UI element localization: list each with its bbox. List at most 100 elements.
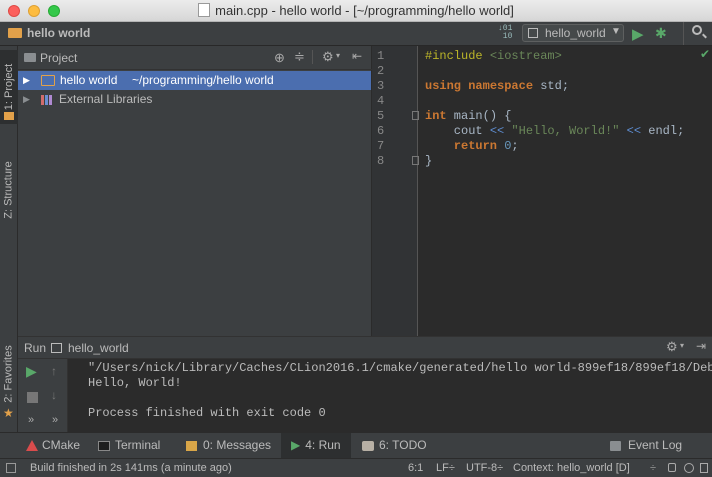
collapse-all-icon[interactable]: ≑: [294, 49, 305, 65]
bottom-tool-tabs: CMake Terminal 0: Messages ▶ 4: Run 6: TO…: [0, 432, 712, 458]
code-line-1: #include <iostream>: [425, 49, 562, 64]
tree-item-hello-world[interactable]: ▶ hello world ~/programming/hello world: [18, 71, 371, 90]
status-message[interactable]: Build finished in 2s 141ms (a minute ago…: [30, 459, 232, 477]
make-project-icon[interactable]: ↓01 10: [498, 25, 512, 41]
gear-dropdown-icon[interactable]: ▾: [336, 51, 340, 60]
star-icon: ★: [3, 406, 14, 420]
console-line: Process finished with exit code 0: [88, 406, 326, 420]
operator: <<: [626, 124, 642, 138]
checkmark-icon: ✔: [700, 47, 711, 61]
window-title-text: main.cpp - hello world - [~/programming/…: [215, 3, 514, 18]
arrow-up-icon[interactable]: ↑: [51, 364, 57, 378]
breadcrumb[interactable]: hello world: [27, 26, 90, 40]
caret-position[interactable]: 6:1: [408, 459, 423, 477]
context-dropdown-icon[interactable]: ÷: [650, 459, 656, 477]
scroll-from-source-icon[interactable]: ⊕: [274, 50, 285, 66]
gear-icon[interactable]: ⚙: [666, 339, 678, 355]
code-text: endl;: [641, 124, 685, 138]
config-icon: [51, 343, 62, 353]
tab-messages-label: 0: Messages: [203, 438, 272, 452]
toolbar-divider: [683, 22, 684, 45]
tab-run[interactable]: ▶ 4: Run: [281, 433, 351, 458]
code-line-5: int main() {: [425, 109, 511, 124]
editor-gutter: 1 2 3 4 5 6 7 8: [372, 46, 419, 336]
code-text: ;: [511, 139, 519, 153]
tab-cmake-label: CMake: [42, 438, 81, 452]
project-view-icon: [24, 53, 36, 62]
document-icon: [198, 3, 211, 17]
file-encoding[interactable]: UTF-8÷: [466, 459, 503, 477]
expand-arrow-icon[interactable]: ▶: [23, 90, 30, 109]
tab-event-log[interactable]: Event Log: [610, 433, 682, 458]
line-number: 8: [377, 154, 385, 168]
code-line-7: return 0;: [425, 139, 519, 154]
resolve-context[interactable]: Context: hello_world [D]: [513, 459, 630, 477]
line-separator[interactable]: LF÷: [436, 459, 455, 477]
arrow-down-icon[interactable]: ↓: [51, 388, 57, 402]
search-icon[interactable]: [692, 25, 702, 35]
line-number: 7: [377, 139, 385, 153]
code-editor[interactable]: 1 2 3 4 5 6 7 8 #include <iostream> usin…: [372, 46, 712, 336]
window-title: main.cpp - hello world - [~/programming/…: [0, 3, 712, 18]
tab-favorites[interactable]: 2: Favorites: [0, 338, 18, 410]
keyword: namespace: [468, 79, 534, 93]
memory-indicator-icon[interactable]: [700, 463, 708, 473]
toggle-tool-windows-icon[interactable]: [6, 463, 16, 473]
event-log-icon: [610, 440, 621, 451]
rerun-icon[interactable]: ▶: [26, 363, 37, 380]
left-tool-stripe: 1: Project Z: Structure 2: Favorites ★: [0, 46, 18, 432]
gear-icon[interactable]: ⚙: [322, 49, 334, 65]
hide-panel-icon[interactable]: ⇥: [696, 339, 706, 353]
tree-item-label: External Libraries: [59, 92, 153, 106]
library-icon-bar: [49, 95, 52, 105]
console-line: "/Users/nick/Library/Caches/CLion2016.1/…: [88, 361, 712, 375]
tab-messages[interactable]: 0: Messages: [186, 433, 271, 458]
tab-structure-label: Z: Structure: [3, 161, 15, 219]
operator: <<: [489, 124, 505, 138]
run-config-label: hello_world: [545, 26, 606, 40]
tab-todo-label: 6: TODO: [379, 438, 427, 452]
project-panel-header: Project ⊕ ≑ ⚙ ▾ ⇤: [18, 46, 372, 70]
line-number: 1: [377, 49, 385, 63]
line-number: 5: [377, 109, 385, 123]
fold-marker-icon[interactable]: [412, 156, 419, 165]
hide-panel-icon[interactable]: ⇤: [352, 49, 362, 63]
tab-todo[interactable]: 6: TODO: [362, 433, 427, 458]
fold-marker-icon[interactable]: [412, 111, 419, 120]
run-panel-header: Run hello_world ⚙ ▾ ⇥: [18, 337, 712, 359]
debug-bug-icon[interactable]: ✱: [655, 25, 667, 42]
tree-item-path: ~/programming/hello world: [132, 73, 274, 87]
run-icon[interactable]: ▶: [632, 25, 644, 43]
string-literal: "Hello, World!": [511, 124, 620, 138]
tab-structure[interactable]: Z: Structure: [0, 142, 18, 238]
terminal-icon: [98, 440, 110, 451]
code-line-8: }: [425, 154, 432, 169]
expand-arrow-icon[interactable]: ▶: [23, 71, 30, 90]
keyword: return: [425, 139, 498, 153]
run-config-selector[interactable]: hello_world ▼: [522, 24, 624, 42]
run-panel-title: Run: [24, 341, 47, 355]
console-line: Hello, World!: [88, 376, 182, 390]
tab-favorites-label: 2: Favorites: [3, 345, 15, 403]
header-divider: [312, 50, 313, 64]
stop-icon[interactable]: [27, 392, 38, 403]
line-number: 3: [377, 79, 385, 93]
more-actions-icon[interactable]: »: [28, 414, 34, 426]
lock-icon[interactable]: [668, 463, 676, 472]
chevron-down-icon: ▼: [611, 26, 621, 37]
line-number: 6: [377, 124, 385, 138]
inspector-icon[interactable]: [684, 463, 694, 473]
tab-cmake[interactable]: CMake: [26, 433, 80, 458]
run-config-tab[interactable]: hello_world: [68, 341, 129, 355]
tree-item-external-libraries[interactable]: ▶ External Libraries: [18, 90, 371, 109]
navigation-bar: hello world ↓01 10 hello_world ▼ ▶ ✱: [0, 22, 712, 46]
tab-terminal-label: Terminal: [115, 438, 161, 452]
tab-terminal[interactable]: Terminal: [98, 433, 160, 458]
project-panel-title: Project: [40, 51, 78, 65]
code-text: }: [425, 154, 433, 168]
tab-run-label: 4: Run: [305, 438, 341, 452]
tree-item-label: hello world: [60, 73, 118, 87]
gear-dropdown-icon[interactable]: ▾: [680, 341, 684, 350]
more-actions-icon[interactable]: »: [52, 414, 58, 426]
library-icon-bar: [45, 95, 48, 105]
